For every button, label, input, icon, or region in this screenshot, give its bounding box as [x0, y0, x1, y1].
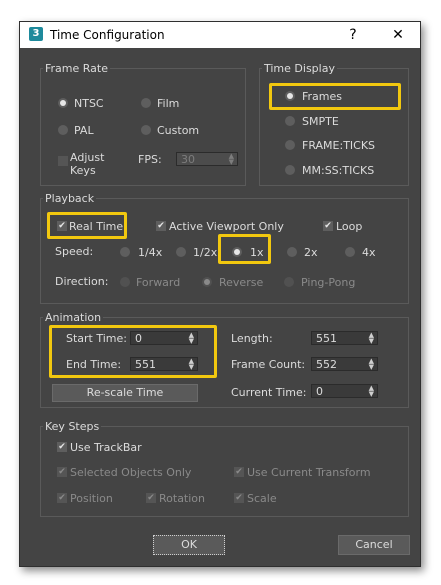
- start-time-spinner[interactable]: 0 ▲ ▼: [130, 331, 198, 345]
- loop-checkbox[interactable]: ✔: [323, 221, 333, 231]
- use-trackbar-checkbox[interactable]: ✔: [57, 442, 67, 452]
- film-radio[interactable]: [141, 98, 151, 108]
- custom-label: Custom: [157, 124, 200, 137]
- frame-count-spinner[interactable]: 552 ▲ ▼: [311, 357, 378, 371]
- app-icon: 3: [29, 27, 43, 41]
- position-label: Position: [70, 492, 113, 505]
- close-button[interactable]: ✕: [388, 25, 408, 45]
- adjust-keys-checkbox[interactable]: [58, 156, 68, 166]
- real-time-label: Real Time: [69, 220, 124, 233]
- position-checkbox[interactable]: ✔: [57, 493, 67, 503]
- ntsc-radio[interactable]: [58, 98, 68, 108]
- custom-radio[interactable]: [141, 125, 151, 135]
- frame-rate-label: Frame Rate: [43, 62, 110, 75]
- rotation-checkbox[interactable]: ✔: [146, 493, 156, 503]
- spinner-arrows-icon: ▲ ▼: [368, 331, 374, 345]
- speed-2x-radio[interactable]: [287, 247, 297, 257]
- pal-label: PAL: [74, 124, 94, 137]
- use-trackbar-label: Use TrackBar: [70, 441, 142, 454]
- frames-radio[interactable]: [285, 91, 295, 101]
- help-button[interactable]: ?: [343, 25, 363, 45]
- length-value: 551: [316, 332, 337, 345]
- selected-objects-only-checkbox[interactable]: ✔: [57, 467, 67, 477]
- current-time-spinner[interactable]: 0 ▲ ▼: [311, 384, 378, 398]
- current-time-value: 0: [316, 385, 323, 398]
- animation-label: Animation: [43, 311, 104, 324]
- reverse-radio[interactable]: [202, 277, 212, 287]
- frames-label: Frames: [302, 90, 343, 103]
- pal-radio[interactable]: [58, 125, 68, 135]
- active-viewport-label: Active Viewport Only: [169, 220, 284, 233]
- time-configuration-dialog: 3 Time Configuration ? ✕ Frame Rate NTSC…: [19, 21, 421, 567]
- frame-ticks-label: FRAME:TICKS: [302, 139, 376, 152]
- direction-label: Direction:: [55, 275, 109, 288]
- mmss-ticks-radio[interactable]: [285, 165, 295, 175]
- spinner-arrows-icon: ▲ ▼: [368, 357, 374, 371]
- ok-button[interactable]: OK: [153, 535, 225, 555]
- dialog-title: Time Configuration: [50, 28, 165, 42]
- mmss-ticks-label: MM:SS:TICKS: [302, 164, 375, 177]
- pingpong-radio[interactable]: [284, 277, 294, 287]
- fps-spinner[interactable]: 30 ▲ ▼: [176, 152, 238, 166]
- speed-label: Speed:: [55, 245, 94, 258]
- spinner-arrows-icon: ▲ ▼: [228, 152, 234, 166]
- forward-radio[interactable]: [120, 277, 130, 287]
- title-bar: 3 Time Configuration ? ✕: [20, 22, 420, 48]
- speed-4x-label: 4x: [362, 246, 376, 259]
- scale-label: Scale: [247, 492, 277, 505]
- key-steps-label: Key Steps: [43, 420, 102, 433]
- adjust-keys-label: Adjust Keys: [70, 151, 105, 177]
- length-spinner[interactable]: 551 ▲ ▼: [311, 331, 378, 345]
- use-current-transform-label: Use Current Transform: [247, 466, 371, 479]
- cancel-button[interactable]: Cancel: [338, 535, 410, 555]
- speed-4x-radio[interactable]: [345, 247, 355, 257]
- smpte-radio[interactable]: [285, 116, 295, 126]
- real-time-checkbox[interactable]: ✔: [57, 221, 67, 231]
- rotation-label: Rotation: [159, 492, 206, 505]
- film-label: Film: [157, 97, 180, 110]
- ntsc-label: NTSC: [74, 97, 104, 110]
- rescale-time-button[interactable]: Re-scale Time: [52, 384, 198, 402]
- end-time-spinner[interactable]: 551 ▲ ▼: [130, 357, 198, 371]
- start-time-label: Start Time:: [66, 332, 127, 345]
- current-time-label: Current Time:: [231, 386, 307, 399]
- frame-count-value: 552: [316, 358, 337, 371]
- time-display-label: Time Display: [262, 62, 337, 75]
- start-time-value: 0: [135, 332, 142, 345]
- speed-1x-radio[interactable]: [232, 247, 242, 257]
- length-label: Length:: [231, 332, 273, 345]
- end-time-label: End Time:: [66, 358, 122, 371]
- fps-value: 30: [181, 153, 195, 166]
- smpte-label: SMPTE: [302, 115, 339, 128]
- speed-1x-label: 1x: [250, 246, 264, 259]
- speed-quarter-radio[interactable]: [120, 247, 130, 257]
- frame-count-label: Frame Count:: [231, 358, 306, 371]
- forward-label: Forward: [136, 276, 181, 289]
- spinner-arrows-icon: ▲ ▼: [368, 384, 374, 398]
- active-viewport-checkbox[interactable]: ✔: [156, 221, 166, 231]
- speed-2x-label: 2x: [304, 246, 318, 259]
- fps-label: FPS:: [138, 153, 162, 166]
- spinner-arrows-icon: ▲ ▼: [188, 357, 194, 371]
- playback-label: Playback: [43, 192, 97, 205]
- end-time-value: 551: [135, 358, 156, 371]
- speed-half-radio[interactable]: [176, 247, 186, 257]
- loop-label: Loop: [336, 220, 363, 233]
- spinner-arrows-icon: ▲ ▼: [188, 331, 194, 345]
- pingpong-label: Ping-Pong: [301, 276, 356, 289]
- scale-checkbox[interactable]: ✔: [234, 493, 244, 503]
- speed-quarter-label: 1/4x: [138, 246, 163, 259]
- speed-half-label: 1/2x: [193, 246, 218, 259]
- use-current-transform-checkbox[interactable]: ✔: [234, 467, 244, 477]
- frame-ticks-radio[interactable]: [285, 140, 295, 150]
- selected-objects-only-label: Selected Objects Only: [70, 466, 192, 479]
- reverse-label: Reverse: [219, 276, 264, 289]
